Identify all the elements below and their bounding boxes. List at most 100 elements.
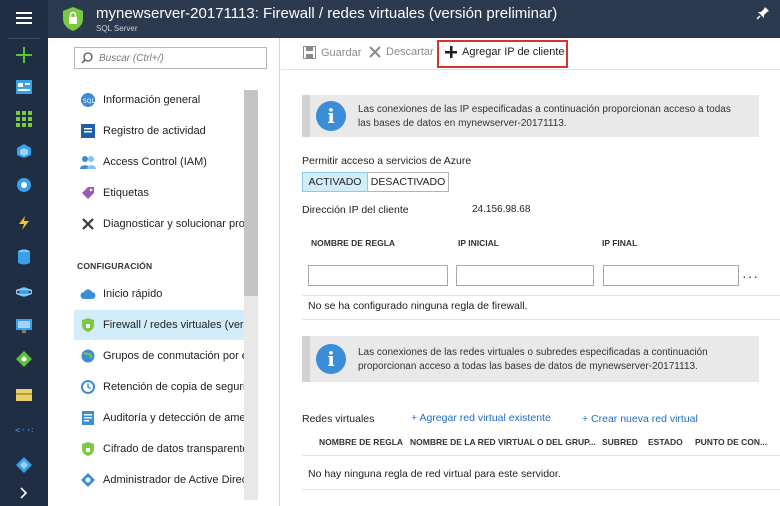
menu-item-tde[interactable]: Cifrado de datos transparente xyxy=(74,434,244,464)
start-ip-field[interactable] xyxy=(457,266,593,285)
menu-item-quick-start[interactable]: Inicio rápido xyxy=(74,279,244,309)
backup-clock-icon xyxy=(80,379,96,395)
add-existing-vnet-link[interactable]: + Agregar red virtual existente xyxy=(411,412,551,424)
divider xyxy=(302,319,780,320)
discard-button[interactable]: Descartar xyxy=(369,46,434,58)
storage-accounts-icon[interactable] xyxy=(0,380,48,410)
allow-azure-label: Permitir acceso a servicios de Azure xyxy=(302,155,472,167)
search-box[interactable] xyxy=(74,47,267,69)
menu-item-label: Administrador de Active Direc... xyxy=(103,474,244,486)
menu-item-label: Firewall / redes virtuales (vers... xyxy=(103,319,244,331)
firewall-blade-content: Guardar Descartar Agregar IP de cliente … xyxy=(281,38,780,506)
toggle-off-option[interactable]: DESACTIVADO xyxy=(368,172,449,192)
save-label: Guardar xyxy=(321,46,362,59)
search-icon xyxy=(81,52,93,64)
left-nav-rail: <··> xyxy=(0,0,48,506)
divider xyxy=(302,455,780,456)
rule-name-input[interactable] xyxy=(308,265,448,286)
load-balancers-icon[interactable] xyxy=(0,344,48,374)
vnet-empty-message: No hay ninguna regla de red virtual para… xyxy=(308,468,561,480)
menu-item-active-directory-admin[interactable]: Administrador de Active Direc... xyxy=(74,465,244,495)
allow-azure-toggle: ACTIVADO DESACTIVADO xyxy=(302,172,449,192)
wrench-icon xyxy=(80,216,96,232)
end-ip-input[interactable] xyxy=(603,265,739,286)
menu-item-access-control[interactable]: Access Control (IAM) xyxy=(74,147,244,177)
menu-item-firewall[interactable]: Firewall / redes virtuales (vers... xyxy=(74,310,244,340)
menu-item-diagnose[interactable]: Diagnosticar y solucionar pro... xyxy=(74,209,244,239)
menu-scrollbar[interactable] xyxy=(244,90,258,500)
divider xyxy=(302,489,780,490)
vnet-column-subnet: SUBRED xyxy=(602,437,638,447)
cloud-icon xyxy=(80,286,96,302)
menu-item-label: Retención de copia de seguri... xyxy=(103,381,244,393)
column-start-ip: IP INICIAL xyxy=(458,238,499,248)
highlight-box xyxy=(437,40,568,68)
firewall-info-banner: i Las conexiones de las IP especificadas… xyxy=(302,95,759,137)
firewall-info-text: Las conexiones de las IP especificadas a… xyxy=(358,104,731,129)
menu-item-overview[interactable]: SQL Información general xyxy=(74,85,244,115)
menu-item-label: Inicio rápido xyxy=(103,288,163,300)
column-end-ip: IP FINAL xyxy=(602,238,638,248)
svg-text:<··>: <··> xyxy=(15,426,33,434)
resource-menu: SQL Información general Registro de acti… xyxy=(48,38,280,506)
menu-item-failover-groups[interactable]: Grupos de conmutación por e... xyxy=(74,341,244,371)
firewall-empty-message: No se ha configurado ninguna regla de fi… xyxy=(308,300,528,312)
ad-admin-icon xyxy=(80,472,96,488)
menu-item-backup-retention[interactable]: Retención de copia de seguri... xyxy=(74,372,244,402)
menu-item-label: Etiquetas xyxy=(103,187,149,199)
create-resource-icon[interactable] xyxy=(0,40,48,70)
resource-groups-icon[interactable] xyxy=(0,136,48,166)
tag-icon xyxy=(80,185,96,201)
hamburger-menu-icon[interactable] xyxy=(0,3,48,33)
toggle-on-option[interactable]: ACTIVADO xyxy=(302,172,368,192)
column-rule-name: NOMBRE DE REGLA xyxy=(311,238,396,248)
globe-icon xyxy=(80,348,96,364)
menu-item-label: Cifrado de datos transparente xyxy=(103,443,244,455)
lock-shield-icon xyxy=(80,441,96,457)
virtual-networks-icon[interactable]: <··> xyxy=(0,415,48,445)
menu-item-label: Diagnosticar y solucionar pro... xyxy=(103,218,244,230)
menu-item-label: Información general xyxy=(103,94,201,106)
menu-item-auditing[interactable]: Auditoría y detección de ame... xyxy=(74,403,244,433)
command-bar: Guardar Descartar Agregar IP de cliente xyxy=(281,38,780,70)
app-services-icon[interactable] xyxy=(0,170,48,200)
vnet-info-banner: i Las conexiones de las redes virtuales … xyxy=(302,336,759,382)
vnet-info-text: Las conexiones de las redes virtuales o … xyxy=(358,347,708,372)
all-resources-icon[interactable] xyxy=(0,104,48,134)
client-ip-value: 24.156.98.68 xyxy=(472,204,531,215)
more-options-icon[interactable]: ··· xyxy=(742,268,759,284)
audit-icon xyxy=(80,410,96,426)
dashboard-icon[interactable] xyxy=(0,72,48,102)
pin-icon[interactable] xyxy=(756,6,770,20)
azure-ad-icon[interactable] xyxy=(0,450,48,480)
save-button[interactable]: Guardar xyxy=(303,46,361,59)
menu-item-activity-log[interactable]: Registro de actividad xyxy=(74,116,244,146)
vnet-column-status: ESTADO xyxy=(648,437,683,447)
search-input[interactable] xyxy=(99,50,259,66)
vnet-column-network-name: NOMBRE DE LA RED VIRTUAL O DEL GRUP... xyxy=(410,437,596,447)
menu-item-label: Grupos de conmutación por e... xyxy=(103,350,244,362)
expand-chevron-icon[interactable] xyxy=(0,478,48,506)
divider xyxy=(302,295,780,296)
create-new-vnet-link[interactable]: + Crear nueva red virtual xyxy=(582,413,698,425)
start-ip-input[interactable] xyxy=(456,265,594,286)
people-icon xyxy=(80,154,96,170)
cosmos-db-icon[interactable] xyxy=(0,277,48,307)
rule-name-field[interactable] xyxy=(309,266,447,285)
menu-item-tags[interactable]: Etiquetas xyxy=(74,178,244,208)
page-title: mynewserver-20171113: Firewall / redes v… xyxy=(96,5,558,22)
vnet-column-endpoint: PUNTO DE CON... xyxy=(695,437,768,447)
save-icon xyxy=(303,46,316,59)
svg-text:SQL: SQL xyxy=(83,98,96,105)
sql-overview-icon: SQL xyxy=(80,92,96,108)
menu-item-label: Registro de actividad xyxy=(103,125,206,137)
end-ip-field[interactable] xyxy=(604,266,738,285)
vnet-section-label: Redes virtuales xyxy=(302,413,375,425)
virtual-machines-icon[interactable] xyxy=(0,311,48,341)
vnet-column-rule-name: NOMBRE DE REGLA xyxy=(319,437,404,447)
page-subtitle: SQL Server xyxy=(96,24,138,33)
functions-icon[interactable] xyxy=(0,208,48,238)
sql-databases-icon[interactable] xyxy=(0,242,48,272)
blade-header: mynewserver-20171113: Firewall / redes v… xyxy=(48,0,780,38)
scrollbar-thumb[interactable] xyxy=(244,90,258,296)
